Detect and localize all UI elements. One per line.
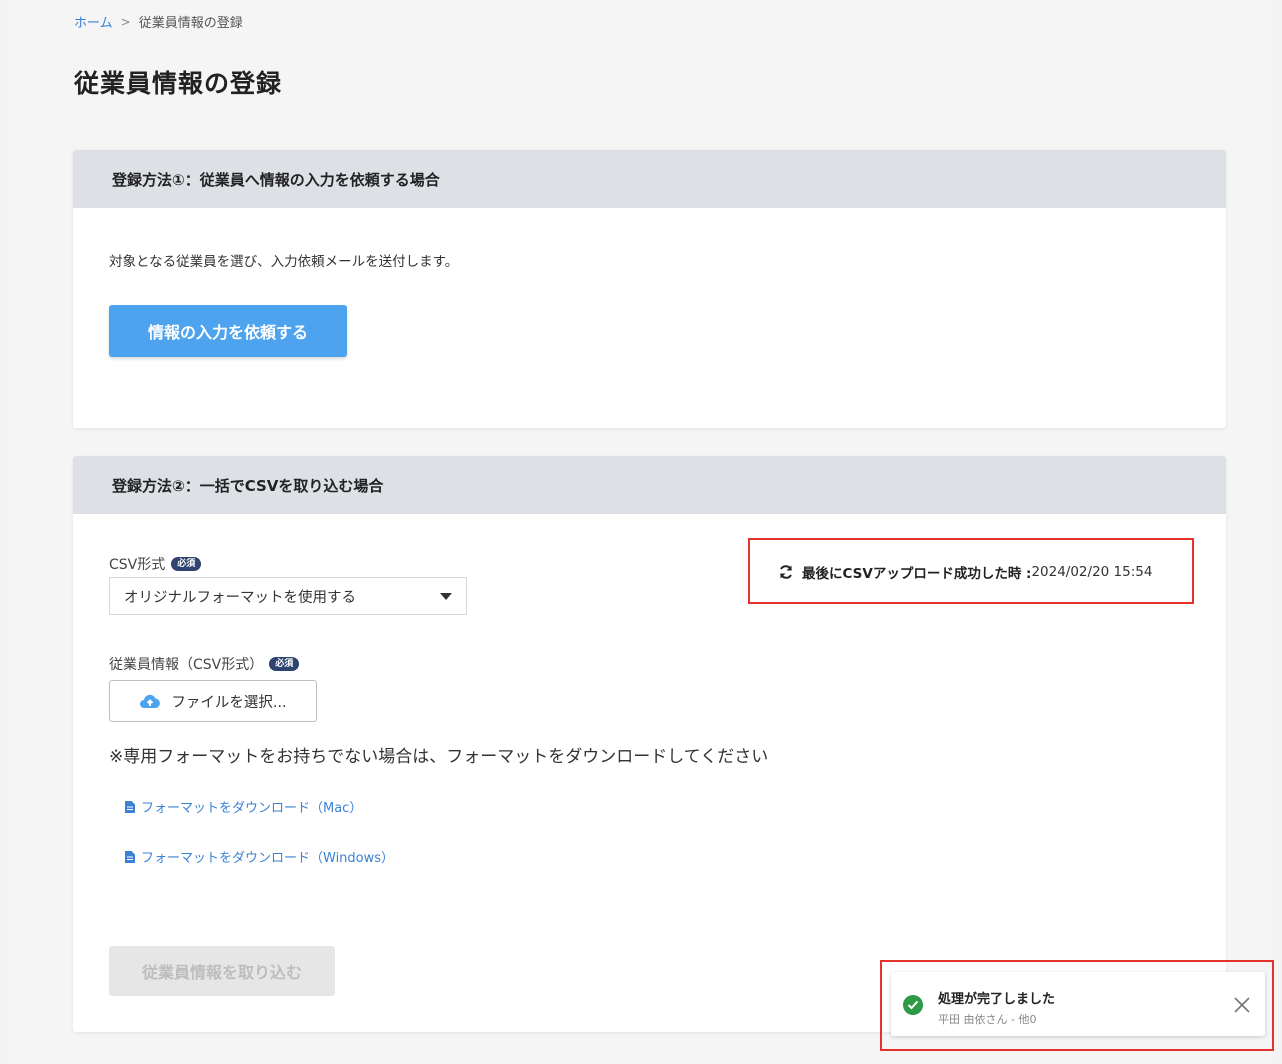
required-badge: 必須 — [171, 557, 202, 571]
download-windows-link[interactable]: フォーマットをダウンロード（Windows） — [125, 847, 394, 866]
method1-card: 登録方法①：従業員へ情報の入力を依頼する場合 対象となる従業員を選び、入力依頼メ… — [73, 150, 1226, 428]
file-label: 従業員情報（CSV形式） 必須 — [109, 654, 300, 674]
method2-header: 登録方法②：一括でCSVを取り込む場合 — [73, 456, 1226, 514]
cloud-upload-icon — [140, 694, 161, 708]
page: ホーム > 従業員情報の登録 従業員情報の登録 登録方法①：従業員へ情報の入力を… — [10, 0, 1272, 1064]
highlight-annotation-toast — [880, 960, 1274, 1051]
file-select-label: ファイルを選択... — [171, 694, 287, 711]
csv-format-label: CSV形式 必須 — [109, 554, 202, 574]
file-icon — [125, 800, 135, 813]
breadcrumb-separator: > — [120, 14, 131, 29]
file-icon — [125, 850, 135, 863]
csv-format-selected-value: オリジナルフォーマットを使用する — [124, 589, 356, 606]
breadcrumb: ホーム > 従業員情報の登録 — [74, 12, 243, 32]
breadcrumb-home-link[interactable]: ホーム — [74, 12, 113, 31]
request-input-button[interactable]: 情報の入力を依頼する — [109, 305, 347, 357]
format-note: ※専用フォーマットをお持ちでない場合は、フォーマットをダウンロードしてください — [109, 747, 769, 767]
file-label-text: 従業員情報（CSV形式） — [109, 657, 264, 673]
page-title: 従業員情報の登録 — [74, 69, 283, 98]
highlight-annotation-last-upload — [748, 538, 1194, 604]
breadcrumb-current: 従業員情報の登録 — [138, 16, 243, 31]
csv-format-select[interactable]: オリジナルフォーマットを使用する — [109, 577, 467, 615]
required-badge: 必須 — [269, 657, 300, 671]
import-employees-button[interactable]: 従業員情報を取り込む — [109, 946, 335, 996]
method1-header: 登録方法①：従業員へ情報の入力を依頼する場合 — [73, 150, 1226, 208]
download-mac-link[interactable]: フォーマットをダウンロード（Mac） — [125, 797, 362, 816]
method1-description: 対象となる従業員を選び、入力依頼メールを送付します。 — [109, 254, 459, 270]
file-select-button[interactable]: ファイルを選択... — [109, 680, 317, 722]
download-mac-label: フォーマットをダウンロード（Mac） — [141, 801, 363, 816]
csv-format-label-text: CSV形式 — [109, 557, 166, 573]
download-windows-label: フォーマットをダウンロード（Windows） — [141, 851, 395, 866]
caret-down-icon — [440, 593, 452, 600]
